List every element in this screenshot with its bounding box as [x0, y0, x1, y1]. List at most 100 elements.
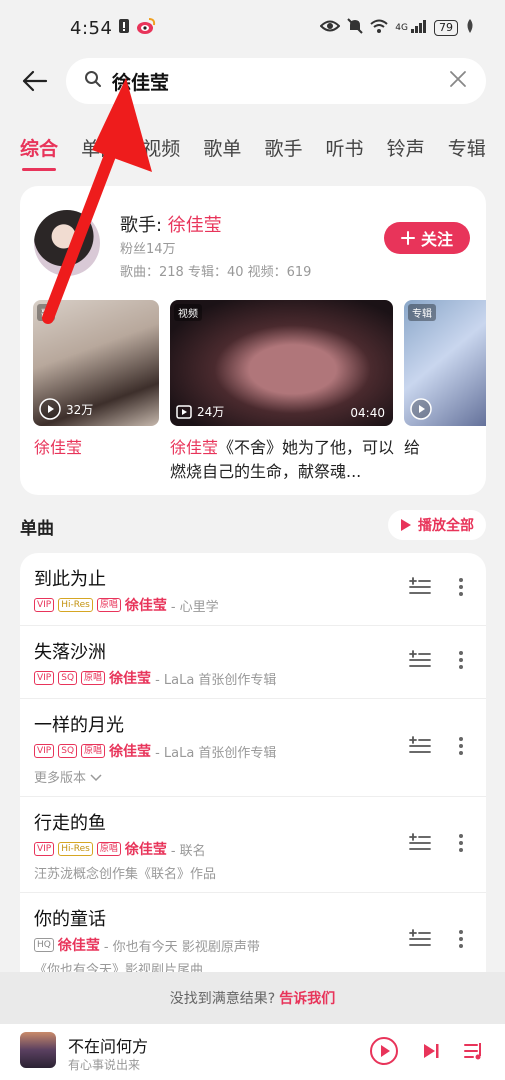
song-list: 到此为止 VIP Hi-Res 原唱 徐佳莹 - 心里学 失落沙洲 VIP SQ 原唱 徐佳莹 - … — [20, 553, 486, 973]
media-caption-album[interactable]: 给 — [404, 436, 420, 460]
now-playing-cover[interactable] — [20, 1032, 56, 1068]
media-count: 32万 — [66, 402, 94, 417]
tab-songs[interactable]: 单曲 — [81, 134, 119, 161]
more-options-button[interactable] — [458, 833, 464, 857]
song-row[interactable]: 你的童话 HQ 徐佳莹 - 你也有今天 影视剧原声带《你也有今天》影视剧片尾曲 — [20, 893, 486, 973]
media-playcount: 24万 — [176, 403, 224, 420]
more-vertical-icon — [459, 736, 463, 755]
artist-stats: 歌曲：218 专辑：40 视频：619 — [120, 265, 312, 280]
song-album: - LaLa 首张创作专辑 — [155, 672, 277, 688]
song-actions — [408, 735, 464, 760]
tab-all[interactable]: 综合 — [20, 134, 58, 171]
more-options-button[interactable] — [458, 650, 464, 674]
quality-badge: 原唱 — [81, 671, 106, 685]
caption-artist: 徐佳莹 — [170, 438, 219, 457]
quality-badge: VIP — [34, 842, 55, 856]
play-all-button[interactable]: 播放全部 — [388, 510, 486, 540]
media-caption-video[interactable]: 徐佳莹《不舍》她为了他，可以燃烧自己的生命，献祭魂... — [170, 436, 395, 484]
song-meta: VIP Hi-Res 原唱 徐佳莹 - 心里学 — [34, 595, 472, 615]
playlist-button[interactable] — [463, 1040, 485, 1066]
song-meta: HQ 徐佳莹 - 你也有今天 影视剧原声带 — [34, 935, 472, 955]
song-artist[interactable]: 徐佳莹 — [125, 839, 167, 859]
song-row[interactable]: 失落沙洲 VIP SQ 原唱 徐佳莹 - LaLa 首张创作专辑 — [20, 626, 486, 699]
song-subtitle: 汪苏泷概念创作集《联名》作品 — [34, 867, 217, 882]
close-icon — [450, 71, 466, 87]
weibo-icon — [136, 17, 156, 40]
artist-card[interactable]: 歌手: 徐佳莹 粉丝14万 歌曲：218 专辑：40 视频：619 关注 歌 3… — [20, 186, 486, 495]
signal-icon — [411, 19, 427, 37]
artist-avatar[interactable] — [34, 210, 100, 276]
play-circle-icon — [370, 1037, 398, 1065]
tab-albums[interactable]: 专辑 — [448, 134, 486, 161]
eye-icon — [319, 19, 341, 37]
feedback-text: 没找到满意结果? — [169, 991, 276, 1007]
search-query: 徐佳莹 — [112, 71, 170, 94]
tab-videos[interactable]: 视频 — [142, 134, 180, 161]
feedback-link[interactable]: 告诉我们 — [279, 988, 335, 1008]
quality-badge: 原唱 — [96, 842, 121, 856]
song-row[interactable]: 一样的月光 VIP SQ 原唱 徐佳莹 - LaLa 首张创作专辑 更多版本 — [20, 699, 486, 797]
more-vertical-icon — [459, 651, 463, 669]
tab-audiobooks[interactable]: 听书 — [326, 134, 364, 161]
song-artist[interactable]: 徐佳莹 — [109, 668, 151, 688]
media-caption-playlist[interactable]: 徐佳莹 — [34, 436, 82, 460]
song-actions — [408, 577, 464, 601]
tab-playlists[interactable]: 歌单 — [203, 134, 241, 161]
play-circle-icon — [39, 398, 61, 420]
more-versions-button[interactable]: 更多版本 — [34, 767, 472, 786]
add-to-list-icon — [409, 928, 431, 946]
add-to-playlist-button[interactable] — [408, 735, 432, 760]
media-tag: 歌 — [37, 304, 55, 321]
tab-ringtones[interactable]: 铃声 — [387, 134, 425, 161]
next-track-button[interactable] — [421, 1041, 441, 1065]
quality-badge: 原唱 — [96, 598, 121, 612]
status-bar: 4:54 4G 79 — [0, 0, 505, 56]
play-all-label: 播放全部 — [418, 518, 474, 534]
add-to-playlist-button[interactable] — [408, 650, 432, 674]
category-tabs: 综合 单曲 视频 歌单 歌手 听书 铃声 专辑 歌 — [20, 134, 505, 174]
song-row[interactable]: 到此为止 VIP Hi-Res 原唱 徐佳莹 - 心里学 — [20, 553, 486, 626]
search-icon — [84, 70, 102, 92]
song-title: 行走的鱼 — [34, 813, 106, 834]
now-playing-subtitle: 有心事说出来 — [68, 1058, 141, 1072]
mute-bell-icon — [347, 18, 364, 38]
status-time: 4:54 — [70, 17, 113, 39]
artist-name[interactable]: 徐佳莹 — [168, 215, 222, 236]
play-pause-button[interactable] — [369, 1036, 399, 1070]
more-options-button[interactable] — [458, 577, 464, 601]
more-vertical-icon — [459, 929, 463, 948]
more-options-button[interactable] — [458, 929, 464, 953]
quality-badge: 原唱 — [81, 744, 106, 758]
add-to-playlist-button[interactable] — [408, 832, 432, 857]
quality-badge: VIP — [34, 598, 55, 612]
media-count: 24万 — [197, 405, 225, 419]
clear-search-button[interactable] — [448, 69, 468, 93]
plus-icon — [400, 231, 415, 245]
add-to-list-icon — [409, 650, 431, 667]
song-actions — [408, 832, 464, 857]
media-card-album[interactable]: 专辑 — [404, 300, 486, 426]
song-artist[interactable]: 徐佳莹 — [58, 935, 100, 955]
more-vertical-icon — [459, 578, 463, 596]
search-input[interactable]: 徐佳莹 — [66, 58, 486, 104]
song-artist[interactable]: 徐佳莹 — [125, 595, 167, 615]
song-artist[interactable]: 徐佳莹 — [109, 741, 151, 761]
song-subtitle: 《你也有今天》影视剧片尾曲 — [34, 963, 204, 973]
back-arrow-icon — [22, 70, 48, 92]
mini-player[interactable]: 不在问何方 有心事说出来 — [0, 1024, 505, 1080]
follow-button[interactable]: 关注 — [384, 222, 470, 254]
video-duration: 04:40 — [350, 406, 385, 420]
tab-singers[interactable]: 歌手 — [264, 134, 302, 161]
song-actions — [408, 928, 464, 953]
more-options-button[interactable] — [458, 736, 464, 760]
song-album: - 联名 — [170, 843, 206, 859]
add-to-playlist-button[interactable] — [408, 928, 432, 953]
add-to-list-icon — [409, 832, 431, 850]
media-card-video[interactable]: 视频 24万 04:40 — [170, 300, 393, 426]
back-button[interactable] — [20, 66, 50, 96]
add-to-playlist-button[interactable] — [408, 577, 432, 601]
song-meta: VIP SQ 原唱 徐佳莹 - LaLa 首张创作专辑 — [34, 741, 472, 761]
media-card-playlist[interactable]: 歌 32万 — [33, 300, 159, 426]
song-title: 你的童话 — [34, 909, 106, 930]
song-row[interactable]: 行走的鱼 VIP Hi-Res 原唱 徐佳莹 - 联名 汪苏泷概念创作集《联名》作品 — [20, 797, 486, 893]
